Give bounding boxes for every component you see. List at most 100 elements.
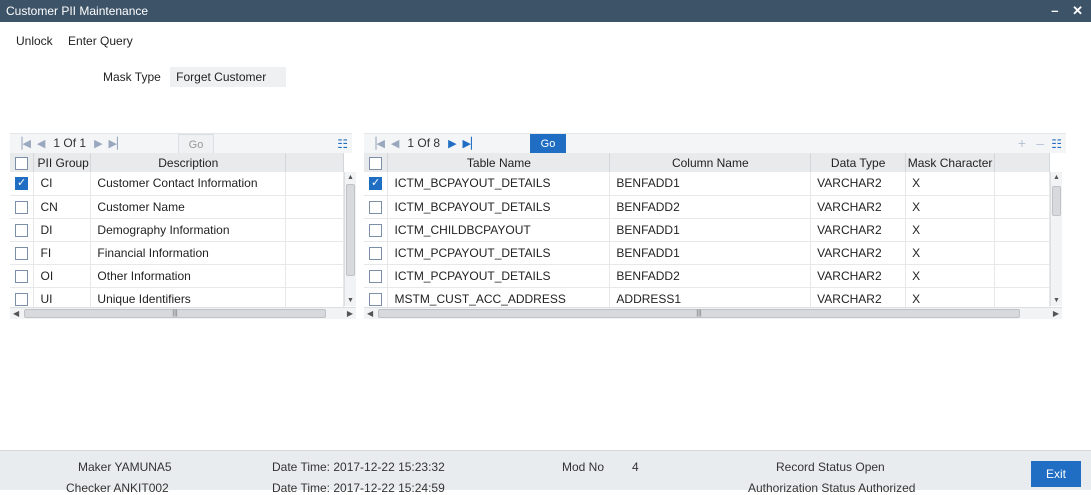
mod-no-label: Mod No xyxy=(562,460,605,474)
row-checkbox[interactable] xyxy=(369,176,382,191)
table-name-cell[interactable]: ICTM_PCPAYOUT_DETAILS xyxy=(387,264,611,288)
mask-character-cell[interactable]: X xyxy=(905,264,996,288)
next-page-icon[interactable]: ▶ xyxy=(448,137,456,150)
prev-page-icon[interactable]: ◀ xyxy=(37,137,45,150)
delete-row-icon[interactable]: – xyxy=(1036,135,1044,151)
select-all-checkbox-cell[interactable] xyxy=(364,153,389,172)
data-type-header[interactable]: Data Type xyxy=(810,153,907,172)
exit-button[interactable]: Exit xyxy=(1031,461,1081,487)
last-page-icon[interactable]: ▶▏ xyxy=(109,137,126,150)
row-checkbox[interactable] xyxy=(369,292,382,306)
description-cell[interactable]: Financial Information xyxy=(90,241,287,265)
select-all-checkbox[interactable] xyxy=(369,156,382,170)
column-name-cell[interactable]: BENFADD2 xyxy=(609,264,812,288)
grid-settings-icon[interactable]: ☷ xyxy=(1051,137,1062,151)
close-icon[interactable]: ✕ xyxy=(1072,3,1083,18)
table-row[interactable]: FI Financial Information xyxy=(10,241,344,265)
mod-no-value: 4 xyxy=(632,460,639,474)
last-page-icon[interactable]: ▶▏ xyxy=(463,137,480,150)
data-type-cell[interactable]: VARCHAR2 xyxy=(810,172,907,196)
column-name-cell[interactable]: BENFADD2 xyxy=(609,195,812,219)
mask-character-cell[interactable]: X xyxy=(905,218,996,242)
first-page-icon[interactable]: ▕◀ xyxy=(14,137,31,150)
row-checkbox[interactable] xyxy=(369,200,382,214)
pii-group-cell[interactable]: OI xyxy=(33,264,92,288)
mask-character-cell[interactable]: X xyxy=(905,241,996,265)
table-row[interactable]: OI Other Information xyxy=(10,264,344,288)
minimize-icon[interactable]: – xyxy=(1051,3,1058,18)
table-row[interactable]: DI Demography Information xyxy=(10,218,344,242)
prev-page-icon[interactable]: ◀ xyxy=(391,137,399,150)
window-title-bar: Customer PII Maintenance – ✕ xyxy=(0,0,1091,22)
row-checkbox[interactable] xyxy=(369,223,382,237)
pii-group-cell[interactable]: DI xyxy=(33,218,92,242)
checker-text: Checker ANKIT002 xyxy=(66,481,169,495)
data-type-cell[interactable]: VARCHAR2 xyxy=(810,241,907,265)
row-checkbox[interactable] xyxy=(15,176,28,191)
authorization-status: Authorization Status Authorized xyxy=(748,481,916,495)
right-grid-toolbar: ▕◀ ◀ 1 Of 8 ▶ ▶▏ Go + – ☷ xyxy=(364,133,1066,154)
column-name-cell[interactable]: BENFADD1 xyxy=(609,218,812,242)
table-row[interactable]: CICustomer Contact Information xyxy=(10,172,344,196)
right-pager-text: 1 Of 8 xyxy=(407,136,441,150)
record-status: Record Status Open xyxy=(776,460,885,474)
table-row[interactable]: ICTM_BCPAYOUT_DETAILS BENFADD2 VARCHAR2 X xyxy=(364,195,1050,219)
pii-group-header[interactable]: PII Group xyxy=(33,153,92,172)
row-checkbox[interactable] xyxy=(15,200,28,214)
enter-query-menu-item[interactable]: Enter Query xyxy=(68,34,133,48)
data-type-cell[interactable]: VARCHAR2 xyxy=(810,264,907,288)
mask-character-cell[interactable]: X xyxy=(905,172,996,196)
unlock-menu-item[interactable]: Unlock xyxy=(16,34,53,48)
data-type-cell[interactable]: VARCHAR2 xyxy=(810,195,907,219)
row-checkbox[interactable] xyxy=(15,223,28,237)
data-type-cell[interactable]: VARCHAR2 xyxy=(810,218,907,242)
table-row[interactable]: ICTM_PCPAYOUT_DETAILS BENFADD2 VARCHAR2 X xyxy=(364,264,1050,288)
right-vertical-scrollbar[interactable]: ▲ ▼ xyxy=(1050,172,1062,306)
description-header[interactable]: Description xyxy=(90,153,287,172)
table-name-cell[interactable]: ICTM_BCPAYOUT_DETAILS xyxy=(387,172,611,196)
row-checkbox[interactable] xyxy=(15,269,28,283)
mask-type-field: Mask Type Forget Customer xyxy=(103,67,287,87)
table-row[interactable]: ICTM_BCPAYOUT_DETAILSBENFADD1VARCHAR2X xyxy=(364,172,1050,196)
pii-group-cell[interactable]: CI xyxy=(33,172,92,196)
right-horizontal-scrollbar[interactable]: ◀ ||| ▶ xyxy=(364,307,1062,319)
select-all-checkbox[interactable] xyxy=(15,156,28,170)
add-row-icon[interactable]: + xyxy=(1018,135,1026,151)
description-cell[interactable]: Customer Contact Information xyxy=(90,172,287,196)
pii-group-cell[interactable]: CN xyxy=(33,195,92,219)
description-cell[interactable]: Demography Information xyxy=(90,218,287,242)
table-row[interactable]: ICTM_CHILDBCPAYOUT BENFADD1 VARCHAR2 X xyxy=(364,218,1050,242)
maker-datetime: Date Time: 2017-12-22 15:23:32 xyxy=(272,460,445,474)
left-vertical-scrollbar[interactable]: ▲ ▼ xyxy=(344,172,356,306)
table-name-cell[interactable]: ICTM_CHILDBCPAYOUT xyxy=(387,218,611,242)
mask-character-header[interactable]: Mask Character xyxy=(905,153,996,172)
column-name-header[interactable]: Column Name xyxy=(609,153,812,172)
table-row[interactable]: ICTM_PCPAYOUT_DETAILS BENFADD1 VARCHAR2 X xyxy=(364,241,1050,265)
row-checkbox[interactable] xyxy=(15,292,28,306)
row-checkbox[interactable] xyxy=(15,246,28,260)
table-columns-table: Table Name Column Name Data Type Mask Ch… xyxy=(364,153,1050,311)
description-cell[interactable]: Other Information xyxy=(90,264,287,288)
left-pager-text: 1 Of 1 xyxy=(53,136,87,150)
column-name-cell[interactable]: BENFADD1 xyxy=(609,172,812,196)
row-checkbox[interactable] xyxy=(369,246,382,260)
first-page-icon[interactable]: ▕◀ xyxy=(368,137,385,150)
mask-character-cell[interactable]: X xyxy=(905,195,996,219)
column-name-cell[interactable]: BENFADD1 xyxy=(609,241,812,265)
next-page-icon[interactable]: ▶ xyxy=(94,137,102,150)
pii-group-cell[interactable]: FI xyxy=(33,241,92,265)
table-name-cell[interactable]: ICTM_BCPAYOUT_DETAILS xyxy=(387,195,611,219)
description-cell[interactable]: Customer Name xyxy=(90,195,287,219)
row-checkbox[interactable] xyxy=(369,269,382,283)
table-name-cell[interactable]: ICTM_PCPAYOUT_DETAILS xyxy=(387,241,611,265)
right-go-button[interactable]: Go xyxy=(530,134,566,154)
checker-datetime: Date Time: 2017-12-22 15:24:59 xyxy=(272,481,445,495)
left-horizontal-scrollbar[interactable]: ◀ ||| ▶ xyxy=(10,307,356,319)
grid-settings-icon[interactable]: ☷ xyxy=(337,137,348,151)
table-name-header[interactable]: Table Name xyxy=(387,153,611,172)
mask-type-label: Mask Type xyxy=(103,70,161,84)
mask-type-value[interactable]: Forget Customer xyxy=(170,67,287,87)
select-all-checkbox-cell[interactable] xyxy=(10,153,35,172)
left-go-button[interactable]: Go xyxy=(178,134,214,154)
table-row[interactable]: CN Customer Name xyxy=(10,195,344,219)
